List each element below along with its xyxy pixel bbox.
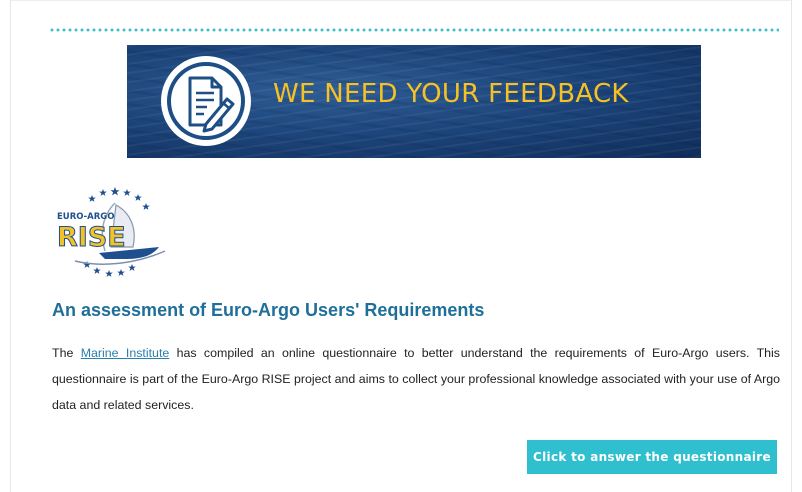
intro-paragraph: The Marine Institute has compiled an onl… (52, 340, 780, 418)
answer-questionnaire-button[interactable]: Click to answer the questionnaire (527, 440, 777, 474)
dotted-divider (49, 28, 779, 32)
document-pen-icon (161, 56, 251, 146)
logo-text-top: EURO-ARGO (57, 212, 115, 222)
para-prefix: The (52, 346, 81, 360)
feedback-banner: WE NEED YOUR FEEDBACK (127, 45, 701, 158)
ship-with-stars-logo: EURO-ARGO RISE (57, 187, 166, 277)
frame-top-border (10, 0, 792, 1)
logo-text-main: RISE (57, 222, 126, 253)
marine-institute-link[interactable]: Marine Institute (81, 346, 170, 360)
section-heading: An assessment of Euro-Argo Users' Requir… (52, 300, 485, 320)
euro-argo-rise-logo: EURO-ARGO RISE (55, 185, 173, 280)
frame-right-border (791, 0, 792, 492)
frame-left-border (10, 0, 11, 492)
banner-title: WE NEED YOUR FEEDBACK (273, 79, 629, 109)
